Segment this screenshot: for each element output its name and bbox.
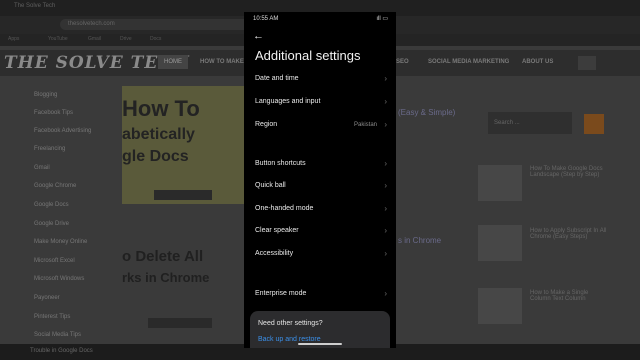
chevron-right-icon: › (384, 159, 387, 168)
category-item[interactable]: Microsoft Windows (34, 276, 84, 282)
chevron-right-icon: › (384, 226, 387, 235)
category-item[interactable]: Make Money Online (34, 239, 87, 245)
post-title[interactable]: (Easy & Simple) (398, 108, 455, 117)
setting-label: Button shortcuts (255, 160, 306, 167)
bookmark-item[interactable]: Apps (8, 36, 19, 42)
post-thumbnail[interactable]: o Delete All rks in Chrome (122, 230, 244, 334)
signal-battery-icon: ıll ▭ (376, 16, 388, 22)
card-title: Need other settings? (258, 320, 323, 327)
category-item[interactable]: Facebook Advertising (34, 128, 91, 134)
nav-item[interactable]: SEO (396, 59, 409, 65)
post-title[interactable]: s in Chrome (398, 236, 441, 245)
setting-label: Enterprise mode (255, 290, 307, 297)
nav-item[interactable]: ABOUT US (522, 59, 553, 65)
recent-post-thumb[interactable] (478, 225, 522, 261)
nav-item[interactable]: HOW TO MAKE (200, 59, 244, 65)
category-item[interactable]: Social Media Tips (34, 332, 81, 338)
thumbnail-text: o Delete All (122, 248, 204, 265)
page-title: Additional settings (255, 48, 361, 63)
browser-tab[interactable]: The Solve Tech (14, 3, 55, 9)
phone-screen: 10:55 AM ıll ▭ ← Additional settings Dat… (244, 12, 396, 348)
category-item[interactable]: Google Drive (34, 221, 69, 227)
nav-home[interactable]: HOME (158, 55, 188, 69)
setting-button-shortcuts[interactable]: Button shortcuts › (244, 155, 396, 175)
chevron-right-icon: › (384, 181, 387, 190)
setting-accessibility[interactable]: Accessibility › (244, 245, 396, 265)
status-time: 10:55 AM (253, 16, 279, 22)
chevron-right-icon: › (384, 204, 387, 213)
setting-region[interactable]: Region Pakistan › (244, 116, 396, 136)
thumbnail-text: gle Docs (122, 148, 189, 165)
thumbnail-logo (148, 318, 212, 328)
recent-post-thumb[interactable] (478, 288, 522, 324)
setting-label: One-handed mode (255, 205, 314, 212)
setting-label: Clear speaker (255, 227, 299, 234)
thumbnail-text: How To (122, 96, 200, 121)
thumbnail-text: abetically (122, 126, 195, 143)
setting-label: Date and time (255, 75, 299, 82)
post-thumbnail[interactable]: How To abetically gle Docs (122, 86, 244, 204)
bookmark-item[interactable]: YouTube (48, 36, 68, 42)
setting-value: Pakistan (353, 122, 377, 128)
bookmark-item[interactable]: Docs (150, 36, 161, 42)
nav-item[interactable]: SOCIAL MEDIA MARKETING (428, 59, 509, 65)
setting-enterprise-mode[interactable]: Enterprise mode › (244, 285, 396, 305)
category-item[interactable]: Blogging (34, 92, 57, 98)
home-indicator[interactable] (298, 343, 342, 345)
bookmark-item[interactable]: Gmail (88, 36, 101, 42)
recent-post-link[interactable]: How to Make a Single Column Text Column (530, 290, 610, 302)
thumbnail-text: rks in Chrome (122, 270, 210, 285)
setting-clear-speaker[interactable]: Clear speaker › (244, 222, 396, 242)
category-item[interactable]: Payoneer (34, 295, 60, 301)
bookmark-item[interactable]: Drive (120, 36, 132, 42)
backup-restore-link[interactable]: Back up and restore (258, 336, 321, 343)
search-placeholder: Search ... (494, 120, 520, 126)
setting-label: Accessibility (255, 250, 294, 257)
setting-label: Quick ball (255, 182, 286, 189)
category-item[interactable]: Pinterest Tips (34, 314, 70, 320)
status-bar: 10:55 AM ıll ▭ (244, 12, 396, 26)
search-icon[interactable] (584, 114, 604, 134)
recent-post-link[interactable]: How To Make Google Docs Landscape (Step … (530, 166, 610, 178)
recent-post-thumb[interactable] (478, 165, 522, 201)
category-item[interactable]: Facebook Tips (34, 110, 73, 116)
setting-languages-and-input[interactable]: Languages and input › (244, 93, 396, 113)
category-item[interactable]: Gmail (34, 165, 50, 171)
chevron-right-icon: › (384, 97, 387, 106)
category-item[interactable]: Google Chrome (34, 183, 76, 189)
category-item[interactable]: Microsoft Excel (34, 258, 75, 264)
setting-quick-ball[interactable]: Quick ball › (244, 177, 396, 197)
thumbnail-logo (154, 190, 212, 200)
setting-one-handed-mode[interactable]: One-handed mode › (244, 200, 396, 220)
chevron-right-icon: › (384, 289, 387, 298)
category-sidebar: Blogging Facebook Tips Facebook Advertis… (0, 82, 118, 352)
status-text: Trouble in Google Docs (30, 348, 93, 354)
setting-label: Region (255, 121, 278, 128)
back-arrow-icon[interactable]: ← (253, 30, 269, 42)
search-input[interactable]: Search ... (488, 112, 572, 134)
chevron-right-icon: › (384, 249, 387, 258)
recent-post-link[interactable]: How to Apply Subscript In All Chrome (Ea… (530, 228, 610, 240)
setting-date-and-time[interactable]: Date and time › (244, 70, 396, 90)
category-item[interactable]: Google Docs (34, 202, 69, 208)
chevron-right-icon: › (384, 120, 387, 129)
setting-label: Languages and input (255, 98, 321, 105)
chevron-right-icon: › (384, 74, 387, 83)
menu-icon[interactable] (578, 56, 596, 70)
category-item[interactable]: Freelancing (34, 146, 65, 152)
